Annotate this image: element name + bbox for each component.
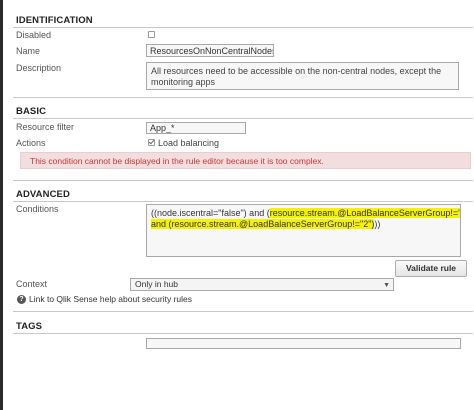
tags-divider	[13, 333, 473, 334]
identification-divider	[13, 27, 473, 28]
conditions-line-2-plain: ))	[374, 219, 381, 229]
tags-input[interactable]	[146, 338, 461, 349]
basic-bottom-divider	[13, 180, 473, 181]
load-balancing-checkbox[interactable]	[148, 139, 155, 146]
context-select-value: Only in hub	[135, 279, 178, 289]
chevron-down-icon: ▼	[383, 282, 390, 289]
description-textarea[interactable]: All resources need to be accessible on t…	[146, 62, 459, 90]
load-balancing-label: Load balancing	[158, 138, 220, 148]
conditions-line-2-highlight: and (resource.stream.@LoadBalanceServerG…	[151, 219, 375, 229]
advanced-divider	[13, 201, 473, 202]
basic-divider	[13, 118, 473, 119]
name-label: Name	[16, 46, 41, 56]
conditions-textarea[interactable]: ((node.iscentral="false") and (resource.…	[146, 204, 461, 257]
conditions-line-1: ((node.iscentral="false") and (resource.…	[151, 208, 460, 219]
basic-section-title: BASIC	[16, 106, 47, 117]
error-message: This condition cannot be displayed in th…	[20, 152, 471, 169]
disabled-checkbox[interactable]	[148, 31, 155, 38]
help-link[interactable]: ? Link to Qlik Sense help about security …	[17, 294, 193, 305]
resource-filter-label: Resource filter	[16, 122, 75, 132]
conditions-line-1-highlight: resource.stream.@LoadBalanceServerGroup!…	[269, 208, 460, 218]
advanced-section-title: ADVANCED	[16, 189, 70, 200]
name-input[interactable]: ResourcesOnNonCentralNodes	[146, 44, 274, 57]
identification-bottom-divider	[13, 97, 473, 98]
help-link-text: Link to Qlik Sense help about security r…	[29, 294, 193, 304]
actions-label: Actions	[16, 138, 46, 148]
rule-editor-panel: IDENTIFICATION Disabled Name ResourcesOn…	[3, 0, 474, 410]
resource-filter-input[interactable]: App_*	[146, 122, 246, 134]
validate-rule-button[interactable]: Validate rule	[395, 260, 467, 277]
context-label: Context	[16, 279, 48, 289]
context-select[interactable]: Only in hub ▼	[130, 278, 394, 291]
description-label: Description	[16, 63, 62, 73]
conditions-line-1-plain: ((node.iscentral="false") and (	[151, 208, 270, 218]
tags-section-title: TAGS	[16, 321, 43, 332]
conditions-label: Conditions	[16, 204, 59, 214]
help-question-icon: ?	[17, 295, 26, 305]
identification-section-title: IDENTIFICATION	[16, 15, 93, 26]
conditions-line-2: and (resource.stream.@LoadBalanceServerG…	[151, 219, 456, 230]
disabled-label: Disabled	[16, 30, 52, 40]
advanced-bottom-divider	[13, 311, 473, 312]
